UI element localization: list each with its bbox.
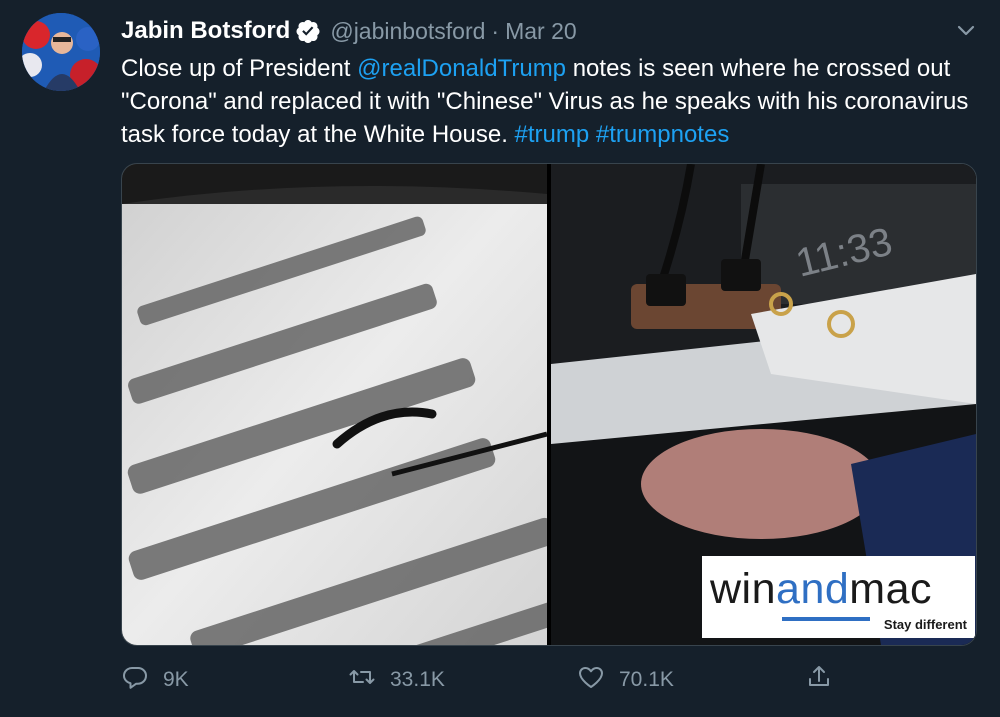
like-count: 70.1K — [619, 668, 674, 691]
tweet-text: Close up of President @realDonaldTrump n… — [121, 52, 981, 151]
text-space — [589, 121, 596, 148]
watermark-underline — [782, 617, 870, 621]
like-button[interactable]: 70.1K — [577, 660, 674, 700]
retweet-icon — [348, 663, 390, 697]
author-name[interactable]: Jabin Botsford — [121, 17, 290, 45]
chevron-down-icon[interactable] — [952, 16, 980, 44]
share-button[interactable] — [805, 660, 847, 700]
hashtag-link[interactable]: #trumpnotes — [596, 121, 729, 148]
notes-closeup-image[interactable] — [122, 164, 579, 645]
tweet: Jabin Botsford @jabinbotsford · Mar 20 C… — [0, 0, 1000, 717]
watermark-tagline: Stay different — [883, 617, 967, 632]
watermark-win: win — [710, 565, 777, 613]
mention-link[interactable]: @realDonaldTrump — [357, 55, 566, 82]
share-icon — [805, 663, 847, 697]
heart-icon — [577, 663, 619, 697]
watermark-text: winandmac — [710, 566, 932, 612]
retweet-button[interactable]: 33.1K — [348, 660, 445, 700]
tweet-header: Jabin Botsford @jabinbotsford · Mar 20 — [121, 14, 577, 48]
tweet-date[interactable]: Mar 20 — [505, 18, 577, 45]
author-handle[interactable]: @jabinbotsford — [330, 18, 485, 45]
avatar-image — [22, 13, 100, 91]
watermark-and: and — [776, 565, 850, 613]
reply-icon — [121, 663, 163, 697]
reply-button[interactable]: 9K — [121, 660, 189, 700]
watermark-logo: winandmac Stay different — [702, 556, 975, 638]
verified-icon — [296, 19, 320, 43]
avatar[interactable] — [22, 13, 100, 91]
text-part: Close up of President — [121, 55, 358, 82]
tweet-actions: 9K 33.1K 70.1K — [121, 660, 981, 700]
watermark-mac: mac — [849, 565, 933, 613]
retweet-count: 33.1K — [390, 668, 445, 691]
reply-count: 9K — [163, 668, 189, 691]
tweet-media[interactable]: 11:33 winandmac Stay different — [121, 163, 977, 646]
separator-dot: · — [491, 17, 500, 44]
hashtag-link[interactable]: #trump — [515, 121, 590, 148]
